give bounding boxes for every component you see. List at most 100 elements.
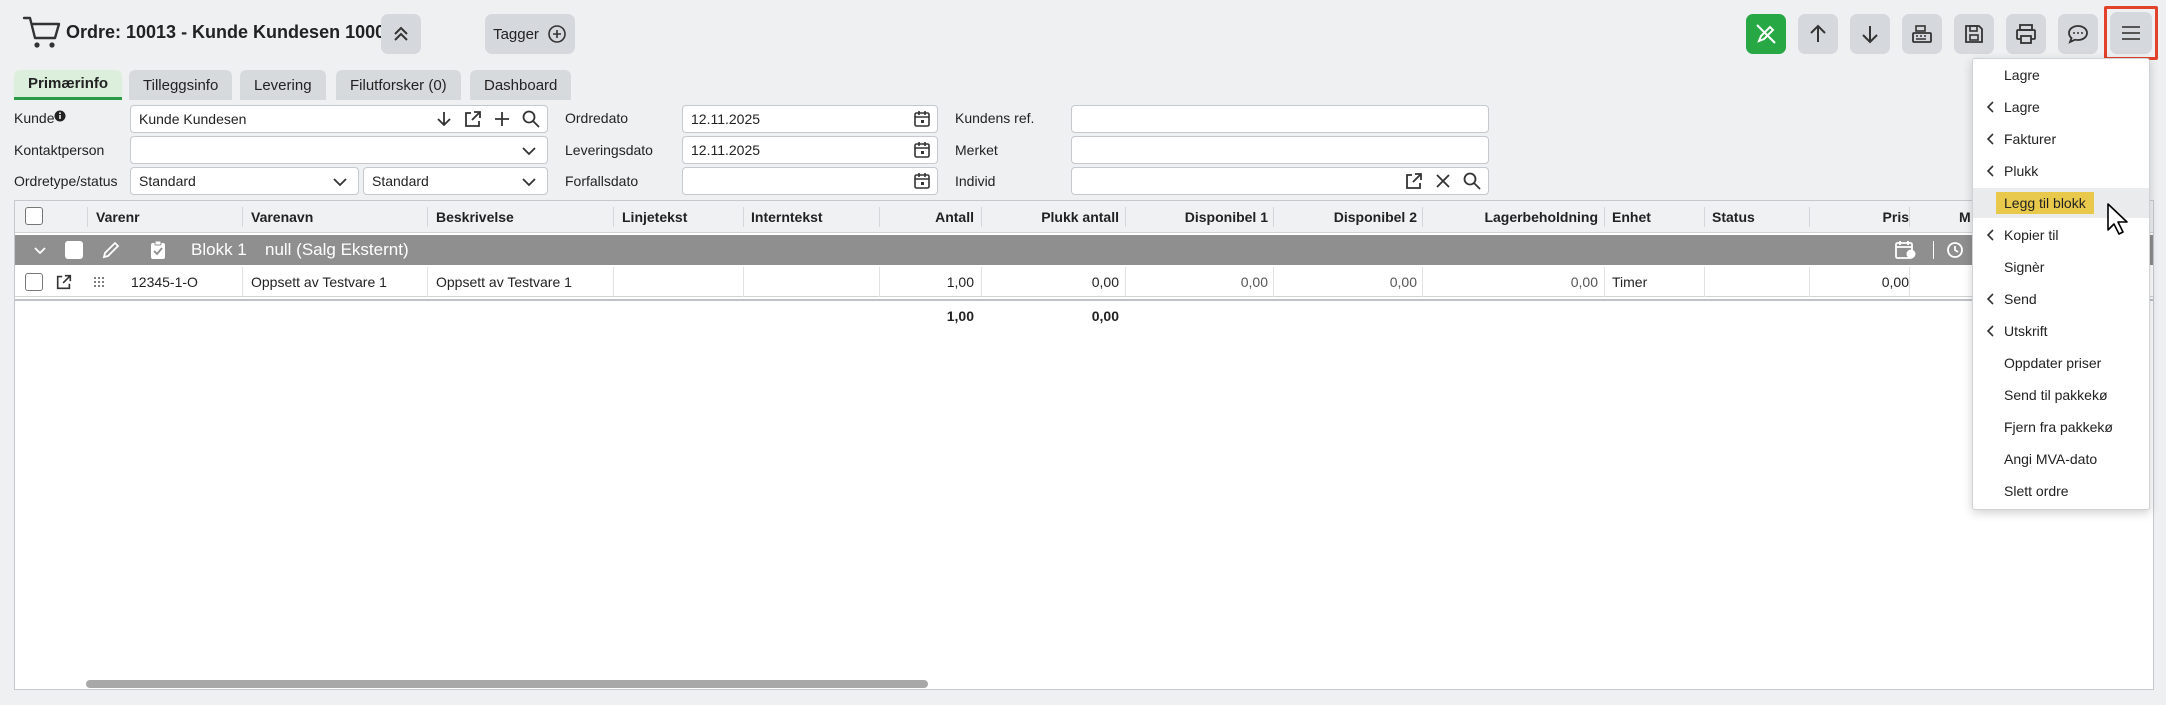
- tab-dashboard[interactable]: Dashboard: [470, 70, 572, 100]
- contact-select[interactable]: [130, 136, 548, 164]
- block-row[interactable]: Blokk 1 null (Salg Eksternt): [15, 235, 2153, 265]
- customer-label: Kunde: [14, 110, 66, 126]
- col-varenr[interactable]: Varenr: [96, 209, 140, 225]
- chevron-left-icon: [1986, 133, 1994, 145]
- col-m[interactable]: M: [1959, 209, 1971, 225]
- save-button[interactable]: [1954, 14, 1994, 54]
- col-beskrivelse[interactable]: Beskrivelse: [436, 209, 514, 225]
- horizontal-scrollbar[interactable]: [86, 680, 928, 688]
- menu-button-focus-frame: [2104, 6, 2158, 60]
- deliverydate-field[interactable]: 12.11.2025: [682, 136, 938, 164]
- customer-field[interactable]: Kunde Kundesen: [130, 105, 548, 133]
- row-checkbox[interactable]: [25, 273, 43, 291]
- menu-item-oppdater-priser[interactable]: Oppdater priser: [1973, 348, 2149, 378]
- chevron-left-icon: [1986, 325, 1994, 337]
- close-icon[interactable]: [1433, 171, 1453, 191]
- cash-register-button[interactable]: [1902, 14, 1942, 54]
- collapse-header-button[interactable]: [381, 14, 421, 54]
- chevron-down-icon[interactable]: [33, 244, 47, 258]
- duedate-label: Forfallsdato: [565, 173, 639, 189]
- tab-levering[interactable]: Levering: [240, 70, 326, 100]
- ordertype-select[interactable]: Standard: [130, 167, 359, 195]
- plus-icon[interactable]: [492, 109, 512, 129]
- comments-button[interactable]: [2058, 14, 2098, 54]
- tab-filutforsker[interactable]: Filutforsker (0): [336, 70, 461, 100]
- menu-item-slett-ordre[interactable]: Slett ordre: [1973, 476, 2149, 506]
- col-disponibel-1[interactable]: Disponibel 1: [1185, 209, 1268, 225]
- col-antall[interactable]: Antall: [935, 209, 974, 225]
- cell-plukk-antall[interactable]: 0,00: [1092, 274, 1119, 290]
- col-varenavn[interactable]: Varenavn: [251, 209, 313, 225]
- cell-pris[interactable]: 0,00: [1882, 274, 1909, 290]
- calendar-icon[interactable]: [913, 110, 931, 128]
- marked-field[interactable]: [1071, 136, 1489, 164]
- chevron-left-icon: [1986, 101, 1994, 113]
- search-icon[interactable]: [1462, 171, 1482, 191]
- col-disponibel-2[interactable]: Disponibel 2: [1334, 209, 1417, 225]
- move-down-button[interactable]: [1850, 14, 1890, 54]
- tags-button[interactable]: Tagger: [485, 14, 575, 54]
- menu-item-fakturer[interactable]: Fakturer: [1973, 124, 2149, 154]
- status-select[interactable]: Standard: [363, 167, 548, 195]
- open-external-icon[interactable]: [463, 109, 483, 129]
- marked-label: Merket: [955, 142, 998, 158]
- floppy-disk-icon: [1965, 25, 1983, 43]
- col-plukk-antall[interactable]: Plukk antall: [1041, 209, 1119, 225]
- cash-register-icon: [1912, 25, 1932, 43]
- open-external-icon[interactable]: [1404, 171, 1424, 191]
- menu-item-send-til-pakkeko[interactable]: Send til pakkekø: [1973, 380, 2149, 410]
- printer-icon: [2016, 24, 2036, 44]
- cell-antall[interactable]: 1,00: [947, 274, 974, 290]
- tags-label: Tagger: [493, 25, 539, 43]
- page-title: Ordre: 10013 - Kunde Kundesen 10003: [66, 22, 396, 42]
- cell-disponibel-2: 0,00: [1389, 274, 1417, 290]
- col-interntekst[interactable]: Interntekst: [751, 209, 823, 225]
- print-button[interactable]: [2006, 14, 2046, 54]
- menu-item-angi-mva-dato[interactable]: Angi MVA-dato: [1973, 444, 2149, 474]
- menu-item-lagre-submenu[interactable]: Lagre: [1973, 92, 2149, 122]
- open-external-icon[interactable]: [55, 273, 73, 291]
- menu-item-send[interactable]: Send: [1973, 284, 2149, 314]
- menu-item-utskrift[interactable]: Utskrift: [1973, 316, 2149, 346]
- arrow-up-icon: [1810, 24, 1826, 42]
- col-status[interactable]: Status: [1712, 209, 1755, 225]
- cell-beskrivelse[interactable]: Oppsett av Testvare 1: [436, 274, 572, 290]
- cell-enhet[interactable]: Timer: [1612, 274, 1647, 290]
- menu-item-plukk[interactable]: Plukk: [1973, 156, 2149, 186]
- search-icon[interactable]: [521, 109, 541, 129]
- calendar-icon[interactable]: [913, 172, 931, 190]
- cell-varenavn[interactable]: Oppsett av Testvare 1: [251, 274, 387, 290]
- col-enhet[interactable]: Enhet: [1612, 209, 1651, 225]
- individ-field[interactable]: [1071, 167, 1489, 195]
- customerref-field[interactable]: [1071, 105, 1489, 133]
- cart-icon: [22, 16, 61, 48]
- menu-item-signer[interactable]: Signèr: [1973, 252, 2149, 282]
- customerref-label: Kundens ref.: [955, 110, 1035, 126]
- table-row[interactable]: 12345-1-O Oppsett av Testvare 1 Oppsett …: [15, 267, 2153, 297]
- move-up-button[interactable]: [1798, 14, 1838, 54]
- orderdate-field[interactable]: 12.11.2025: [682, 105, 938, 133]
- calendar-icon[interactable]: [913, 141, 931, 159]
- duedate-field[interactable]: [682, 167, 938, 195]
- col-lagerbeholdning[interactable]: Lagerbeholdning: [1484, 209, 1598, 225]
- info-icon: [54, 110, 66, 122]
- block-name: Blokk 1: [191, 240, 247, 259]
- pencil-icon[interactable]: [101, 240, 121, 260]
- chevron-down-icon: [333, 178, 347, 187]
- block-description: null (Salg Eksternt): [265, 240, 409, 259]
- menu-item-fjern-fra-pakkeko[interactable]: Fjern fra pakkekø: [1973, 412, 2149, 442]
- arrow-down-icon[interactable]: [434, 109, 454, 129]
- col-pris[interactable]: Pris: [1883, 209, 1909, 225]
- block-checkbox[interactable]: [65, 241, 83, 259]
- calendar-clock-icon[interactable]: [1895, 240, 1917, 260]
- clipboard-check-icon[interactable]: [149, 240, 167, 260]
- history-icon[interactable]: [1945, 240, 1965, 260]
- select-all-checkbox[interactable]: [25, 207, 43, 225]
- col-linjetekst[interactable]: Linjetekst: [622, 209, 687, 225]
- tab-primaerinfo[interactable]: Primærinfo: [14, 70, 123, 100]
- menu-item-lagre[interactable]: Lagre: [1973, 60, 2149, 90]
- pencil-off-button[interactable]: [1746, 14, 1786, 54]
- tab-tilleggsinfo[interactable]: Tilleggsinfo: [129, 70, 233, 100]
- cell-varenr[interactable]: 12345-1-O: [131, 274, 198, 290]
- drag-handle-icon[interactable]: [93, 276, 105, 288]
